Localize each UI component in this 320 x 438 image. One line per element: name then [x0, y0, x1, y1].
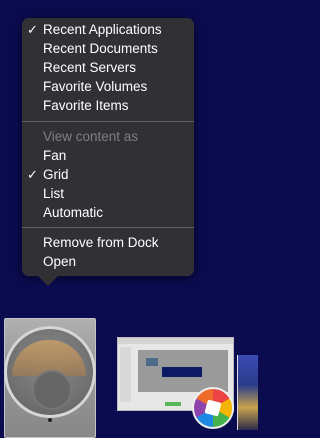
thumb-green-button: [165, 402, 181, 406]
menu-item-label: Remove from Dock: [43, 235, 159, 250]
thumb-mini-preview: [146, 358, 158, 366]
menu-item-favorite-items[interactable]: Favorite Items: [22, 97, 194, 115]
thumb-strip: [162, 367, 202, 377]
thumb-sidebar: [120, 347, 131, 402]
menu-item-recent-applications[interactable]: ✓ Recent Applications: [22, 21, 194, 39]
menu-pointer-arrow: [38, 276, 58, 286]
menu-header-view-content-as: View content as: [22, 128, 194, 146]
menu-item-open[interactable]: Open: [22, 253, 194, 271]
running-indicator: [48, 418, 52, 422]
thumb-stage: [138, 350, 228, 392]
menu-separator: [22, 227, 194, 228]
menu-item-label: Recent Documents: [43, 41, 158, 56]
disk-center: [32, 370, 72, 410]
dock-context-menu: ✓ Recent Applications Recent Documents R…: [22, 18, 194, 276]
menu-item-grid[interactable]: ✓ Grid: [22, 166, 194, 184]
menu-item-list[interactable]: List: [22, 185, 194, 203]
thumb-toolbar: [118, 338, 233, 344]
checkmark-icon: ✓: [27, 22, 38, 37]
menu-item-label: Open: [43, 254, 77, 269]
menu-item-label: Favorite Volumes: [43, 79, 148, 94]
partial-window-icon[interactable]: [237, 355, 258, 430]
menu-item-label: Recent Applications: [43, 22, 162, 37]
applications-stack-icon[interactable]: [4, 318, 96, 438]
menu-item-recent-servers[interactable]: Recent Servers: [22, 59, 194, 77]
menu-header-label: View content as: [43, 129, 139, 144]
checkmark-icon: ✓: [27, 167, 38, 182]
menu-item-label: Fan: [43, 148, 67, 163]
picasa-icon[interactable]: [192, 387, 234, 429]
picasa-center: [204, 399, 222, 417]
menu-item-label: Grid: [43, 167, 69, 182]
menu-item-automatic[interactable]: Automatic: [22, 204, 194, 222]
menu-item-fan[interactable]: Fan: [22, 147, 194, 165]
menu-item-label: List: [43, 186, 65, 201]
menu-item-recent-documents[interactable]: Recent Documents: [22, 40, 194, 58]
menu-item-remove-from-dock[interactable]: Remove from Dock: [22, 234, 194, 252]
disk-icon: [4, 326, 96, 422]
menu-item-label: Automatic: [43, 205, 104, 220]
menu-item-favorite-volumes[interactable]: Favorite Volumes: [22, 78, 194, 96]
menu-separator: [22, 121, 194, 122]
menu-item-label: Favorite Items: [43, 98, 129, 113]
menu-item-label: Recent Servers: [43, 60, 137, 75]
